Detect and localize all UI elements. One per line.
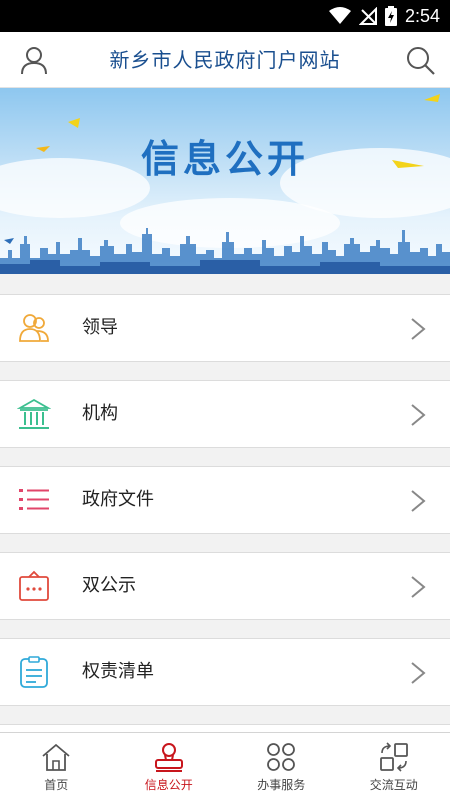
institution-icon xyxy=(17,398,51,429)
user-icon[interactable] xyxy=(18,44,50,76)
bottom-tab-bar: 首页 信息公开 办事服务 交流互动 xyxy=(0,732,450,800)
menu-item-dual-publicity[interactable]: 双公示 xyxy=(0,552,450,620)
status-bar: 2:54 xyxy=(0,0,450,32)
status-time: 2:54 xyxy=(404,5,440,26)
battery-charging-icon xyxy=(384,6,397,26)
chevron-right-icon xyxy=(411,662,426,684)
banner: 信息公开 xyxy=(0,88,450,274)
status-icons: 2:54 xyxy=(328,0,440,32)
document-list-icon xyxy=(19,489,49,510)
chevron-right-icon xyxy=(411,318,426,340)
chevron-right-icon xyxy=(411,404,426,426)
tab-label: 首页 xyxy=(44,778,69,792)
menu-item-label: 政府文件 xyxy=(82,489,154,510)
wifi-icon xyxy=(328,7,351,24)
tab-info-public[interactable]: 信息公开 xyxy=(113,733,226,800)
tab-label: 办事服务 xyxy=(257,778,306,792)
services-icon xyxy=(267,743,296,771)
app-header: 新乡市人民政府门户网站 xyxy=(0,32,450,88)
page-title: 新乡市人民政府门户网站 xyxy=(109,48,341,72)
leaders-icon xyxy=(19,314,49,342)
menu-item-label: 机构 xyxy=(82,403,118,424)
menu-item-leaders[interactable]: 领导 xyxy=(0,294,450,362)
tab-services[interactable]: 办事服务 xyxy=(225,733,338,800)
interaction-icon xyxy=(379,742,408,772)
menu-item-responsibility-list[interactable]: 权责清单 xyxy=(0,638,450,706)
menu-item-government-documents[interactable]: 政府文件 xyxy=(0,466,450,534)
chevron-right-icon xyxy=(411,576,426,598)
tab-label: 信息公开 xyxy=(144,778,193,792)
home-icon xyxy=(42,743,70,771)
tab-label: 交流互动 xyxy=(369,778,418,792)
tab-home[interactable]: 首页 xyxy=(0,733,113,800)
banner-title: 信息公开 xyxy=(140,137,309,181)
menu-item-label: 领导 xyxy=(82,317,118,338)
search-icon[interactable] xyxy=(404,44,436,76)
chevron-right-icon xyxy=(411,490,426,512)
public-notice-icon xyxy=(19,570,49,601)
info-public-icon xyxy=(154,743,183,772)
menu-item-label: 双公示 xyxy=(82,575,136,596)
menu-item-label: 权责清单 xyxy=(82,661,154,682)
responsibility-list-icon xyxy=(20,656,48,688)
no-signal-icon xyxy=(358,7,377,25)
menu-item-institution[interactable]: 机构 xyxy=(0,380,450,448)
tab-interaction[interactable]: 交流互动 xyxy=(338,733,450,800)
city-skyline-decoration xyxy=(0,228,450,274)
